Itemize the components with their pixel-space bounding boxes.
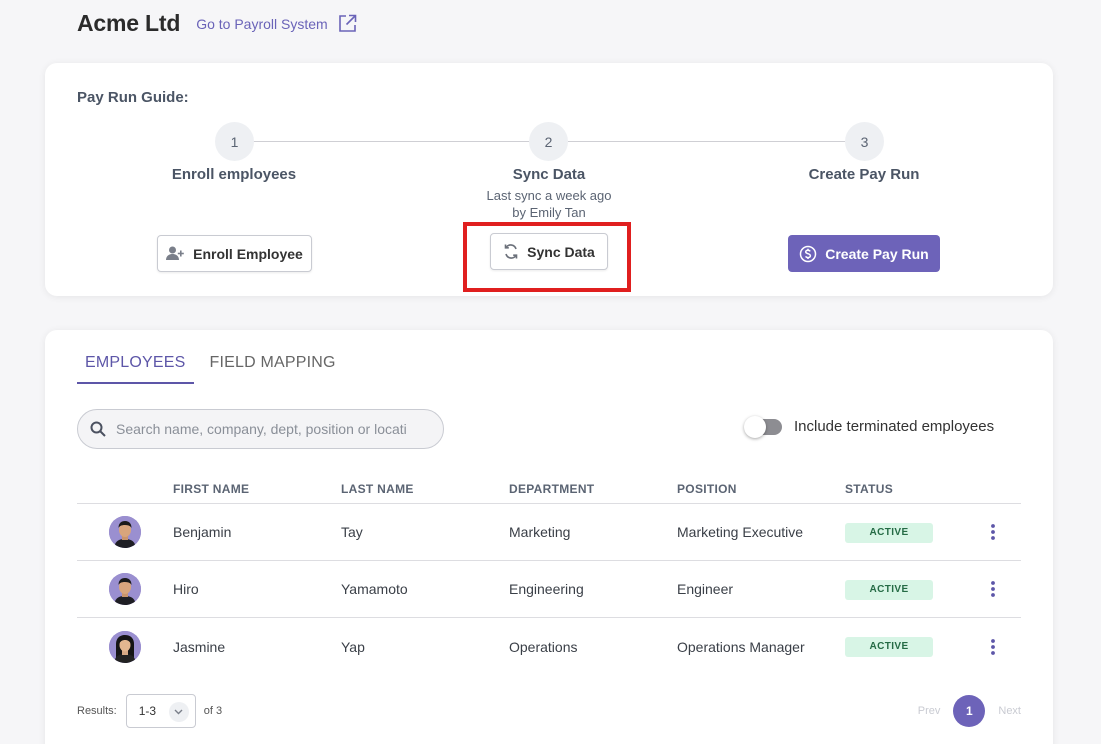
position-cell: Engineer [677, 581, 734, 597]
column-header-first-name: FIRST NAME [173, 481, 250, 496]
department-cell: Operations [509, 638, 578, 655]
more-options-icon[interactable] [991, 524, 995, 540]
chevron-down-icon [168, 702, 189, 722]
step-label-sync: Sync Data [512, 166, 586, 183]
external-link-icon [338, 14, 357, 33]
pagination: Prev 1 Next [918, 694, 1021, 728]
table-header: FIRST NAME LAST NAME DEPARTMENT POSITION… [77, 474, 1021, 504]
column-header-last-name: LAST NAME [341, 481, 414, 496]
first-name-cell: Benjamin [173, 524, 232, 540]
step-label-enroll: Enroll employees [171, 166, 297, 183]
results-total-label: of 3 [203, 705, 223, 717]
search-input[interactable] [116, 421, 406, 437]
column-header-position: POSITION [677, 481, 737, 496]
results-range-select[interactable]: 1-3 [125, 694, 196, 728]
search-icon [90, 421, 106, 437]
toggle-knob [744, 415, 766, 438]
status-badge: ACTIVE [845, 579, 933, 600]
more-options-icon[interactable] [991, 581, 995, 597]
employees-card: EMPLOYEES FIELD MAPPING Include terminat… [45, 330, 1053, 744]
create-pay-run-label: Create Pay Run [825, 245, 929, 262]
highlight-box [463, 222, 631, 292]
include-terminated-toggle[interactable] [744, 415, 782, 438]
position-cell: Operations Manager [677, 638, 805, 655]
avatar [109, 573, 141, 605]
position-cell: Marketing Executive [677, 524, 804, 540]
company-name: Acme Ltd [77, 10, 181, 36]
avatar [109, 630, 141, 663]
tab-field-mapping[interactable]: FIELD MAPPING [202, 354, 344, 384]
create-pay-run-button[interactable]: Create Pay Run [788, 235, 940, 272]
table-footer: Results: 1-3 of 3 Prev 1 Next [77, 694, 1021, 728]
status-badge: ACTIVE [845, 522, 933, 543]
step-connector [253, 141, 529, 142]
pay-run-guide-card: Pay Run Guide: 1 2 3 Enroll employees Sy… [45, 63, 1053, 296]
enroll-employee-button[interactable]: Enroll Employee [157, 235, 312, 272]
more-options-icon[interactable] [991, 638, 995, 655]
table-row[interactable]: Hiro Yamamoto Engineering Engineer ACTIV… [77, 561, 1021, 618]
payroll-link-label: Go to Payroll System [196, 15, 328, 32]
last-name-cell: Tay [341, 524, 363, 540]
first-name-cell: Jasmine [173, 638, 226, 655]
avatar [109, 516, 141, 548]
department-cell: Engineering [509, 581, 584, 597]
department-cell: Marketing [509, 524, 571, 540]
include-terminated-label: Include terminated employees [794, 418, 995, 435]
table-row[interactable]: Jasmine Yap Operations Operations Manage… [77, 618, 1021, 675]
employees-table: FIRST NAME LAST NAME DEPARTMENT POSITION… [77, 474, 1021, 675]
enroll-employee-label: Enroll Employee [193, 245, 303, 262]
step-number-3: 3 [845, 122, 884, 161]
page-button-current[interactable]: 1 [953, 695, 986, 727]
results-range-value: 1-3 [138, 704, 157, 718]
search-box[interactable] [77, 409, 444, 449]
column-header-department: DEPARTMENT [509, 481, 595, 496]
last-sync-text: Last sync a week ago [486, 188, 612, 203]
last-name-cell: Yamamoto [341, 581, 408, 597]
page-header: Acme Ltd Go to Payroll System [77, 10, 357, 37]
step-number-1: 1 [215, 122, 254, 161]
step-number-2: 2 [529, 122, 568, 161]
table-row[interactable]: Benjamin Tay Marketing Marketing Executi… [77, 504, 1021, 561]
column-header-status: STATUS [845, 481, 894, 496]
last-sync-user: by Emily Tan [512, 205, 586, 220]
include-terminated-toggle-group: Include terminated employees [744, 415, 995, 438]
prev-page-button[interactable]: Prev [918, 705, 941, 717]
tab-employees[interactable]: EMPLOYEES [77, 354, 194, 384]
dollar-coin-icon [799, 245, 817, 263]
results-label: Results: [77, 705, 117, 717]
next-page-button[interactable]: Next [998, 705, 1021, 717]
status-badge: ACTIVE [845, 637, 933, 657]
step-label-create: Create Pay Run [808, 166, 920, 183]
first-name-cell: Hiro [173, 581, 199, 597]
guide-title: Pay Run Guide: [77, 89, 189, 106]
step-connector [568, 141, 845, 142]
add-user-icon [166, 246, 185, 261]
last-name-cell: Yap [341, 638, 365, 655]
tab-bar: EMPLOYEES FIELD MAPPING [77, 354, 352, 384]
payroll-system-link[interactable]: Go to Payroll System [196, 14, 357, 33]
